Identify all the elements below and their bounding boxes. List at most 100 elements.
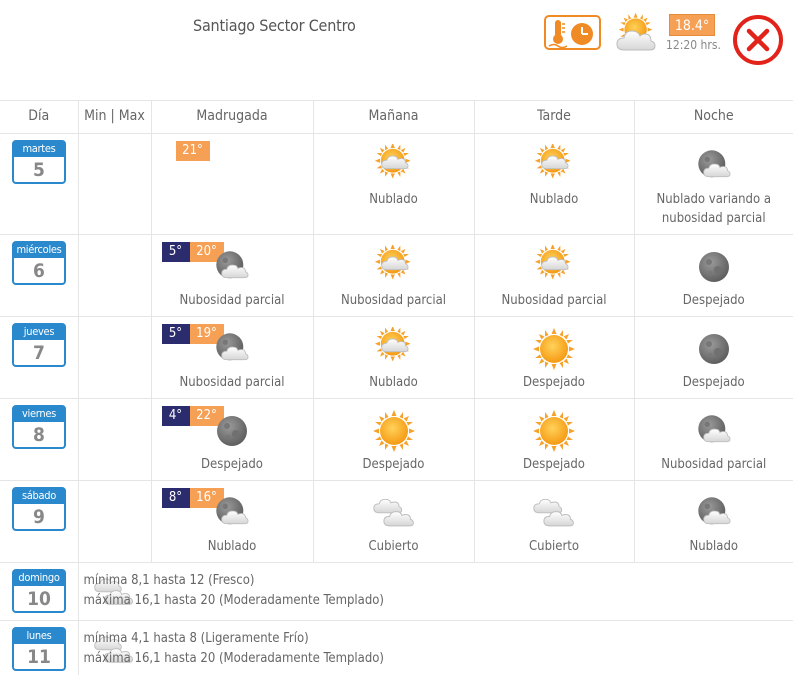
sun-cloud-icon xyxy=(534,245,571,280)
period-cell: Nublado variando a nubosidad parcial xyxy=(633,133,793,235)
table-row: miércoles 6 5° 20° Nubosidad parcial Nubo… xyxy=(0,234,793,317)
condition: Nublado xyxy=(314,134,474,209)
table-row: lunes 11 mínima 4,1 hasta 8 (Ligeramente… xyxy=(0,620,793,675)
condition-label: Nublado variando a nubosidad parcial xyxy=(656,192,771,226)
period-cell: Nublado xyxy=(633,480,793,563)
condition-label: Nubosidad parcial xyxy=(661,457,767,472)
column-header-madrugada: Madrugada xyxy=(150,100,314,134)
condition: Nubosidad parcial xyxy=(152,317,313,392)
condition-label: Nublado xyxy=(207,539,257,554)
sun-cloud-icon xyxy=(374,144,411,179)
day-cell: viernes 8 xyxy=(0,398,79,481)
condition: Nubosidad parcial xyxy=(635,399,793,474)
period-cell: Despejado xyxy=(633,316,793,399)
sun-icon xyxy=(533,410,575,452)
min-range-text: mínima 4,1 hasta 8 (Ligeramente Frío) xyxy=(83,631,309,646)
minmax-cell: 5° 20° xyxy=(77,234,224,317)
sun-cloud-icon xyxy=(534,144,571,179)
week-summary: mínima 8,1 hasta 12 (Fresco) máxima 16,1… xyxy=(84,571,385,611)
period-cell: Nublado xyxy=(312,316,475,399)
day-name: jueves xyxy=(14,325,64,340)
condition-label: Despejado xyxy=(362,457,425,472)
day-cell: martes 5 xyxy=(0,133,79,235)
condition: Despejado xyxy=(152,399,313,474)
day-name: lunes xyxy=(14,629,64,644)
condition: Nublado xyxy=(152,481,313,556)
condition: Despejado xyxy=(475,317,634,392)
condition: Nublado xyxy=(635,481,793,556)
column-header-tarde: Tarde xyxy=(473,100,635,134)
condition-label: Nubosidad parcial xyxy=(340,293,447,308)
moon-cloud-icon xyxy=(698,497,731,525)
condition-label: Cubierto xyxy=(528,539,579,554)
condition: Nublado xyxy=(314,317,474,392)
column-header-day: Día xyxy=(0,100,79,134)
minmax-cell: 4° 22° xyxy=(77,398,224,481)
moon-icon xyxy=(217,416,247,446)
forecast-table: Día Min | Max Madrugada Mañana Tarde Noc… xyxy=(0,100,793,675)
condition-label: Despejado xyxy=(201,457,263,472)
minmax-cell: 21° xyxy=(77,133,210,235)
day-cell: jueves 7 xyxy=(0,316,79,399)
condition: Nubosidad parcial xyxy=(152,235,313,310)
condition: Despejado xyxy=(314,399,474,474)
period-cell: Nubosidad parcial xyxy=(312,234,475,317)
condition-label: Despejado xyxy=(523,457,585,472)
sun-cloud-icon xyxy=(374,245,411,280)
max-range-text: máxima 16,1 hasta 20 (Moderadamente Temp… xyxy=(83,593,385,608)
condition: Despejado xyxy=(475,399,634,474)
sun-icon xyxy=(372,410,415,452)
condition-label: Nubosidad parcial xyxy=(501,293,607,308)
condition: Nubosidad parcial xyxy=(314,235,474,310)
period-cell: Nubosidad parcial xyxy=(150,234,314,317)
condition: Cubierto xyxy=(314,481,474,556)
period-cell xyxy=(150,133,314,235)
day-number: 8 xyxy=(33,424,45,446)
week-summary-cell: mínima 4,1 hasta 8 (Ligeramente Frío) má… xyxy=(77,620,793,675)
close-icon[interactable] xyxy=(732,14,784,66)
min-range-text: mínima 8,1 hasta 12 (Fresco) xyxy=(83,573,255,588)
period-cell: Nublado xyxy=(150,480,314,563)
day-number: 10 xyxy=(27,588,51,610)
condition: Cubierto xyxy=(475,481,634,556)
day-number: 5 xyxy=(33,159,45,181)
current-temperature: 18.4° xyxy=(669,14,715,36)
condition: Nubosidad parcial xyxy=(475,235,634,310)
column-header-manana: Mañana xyxy=(312,100,475,134)
period-cell: Nubosidad parcial xyxy=(633,398,793,481)
minmax-cell: 5° 19° xyxy=(77,316,224,399)
minmax-cell: 8° 16° xyxy=(77,480,224,563)
day-name: viernes xyxy=(14,407,64,422)
day-name: martes xyxy=(14,142,64,157)
sun-icon xyxy=(533,328,575,370)
condition: Despejado xyxy=(635,317,793,392)
period-cell: Despejado xyxy=(633,234,793,317)
condition-label: Despejado xyxy=(682,293,745,308)
sun-cloud-icon xyxy=(374,327,411,362)
moon-icon xyxy=(698,252,729,282)
day-badge: domingo 10 xyxy=(12,569,66,613)
moon-cloud-icon xyxy=(216,497,249,525)
condition-label: Despejado xyxy=(523,375,585,390)
day-badge: sábado 9 xyxy=(12,487,66,531)
table-row: sábado 9 8° 16° Nublado Cubierto Cubierto… xyxy=(0,480,793,563)
day-name: miércoles xyxy=(14,243,64,258)
condition-label: Despejado xyxy=(682,375,745,390)
condition: Nublado xyxy=(475,134,634,209)
moon-icon xyxy=(698,334,729,364)
condition-label: Nublado xyxy=(369,192,418,207)
day-badge: viernes 8 xyxy=(12,405,66,449)
day-badge: jueves 7 xyxy=(12,323,66,367)
moon-cloud-icon xyxy=(216,251,249,279)
condition-label: Cubierto xyxy=(368,539,419,554)
thermometer-clock-button[interactable] xyxy=(544,15,601,50)
day-cell: miércoles 6 xyxy=(0,234,79,317)
partly-cloudy-sun-icon xyxy=(616,12,656,51)
day-badge: martes 5 xyxy=(12,140,66,184)
table-row: viernes 8 4° 22° Despejado Despejado Desp… xyxy=(0,398,793,481)
period-cell: Despejado xyxy=(150,398,314,481)
day-number: 6 xyxy=(33,260,45,282)
condition-label: Nublado xyxy=(369,375,418,390)
day-cell: sábado 9 xyxy=(0,480,79,563)
week-summary-cell: mínima 8,1 hasta 12 (Fresco) máxima 16,1… xyxy=(77,562,793,621)
